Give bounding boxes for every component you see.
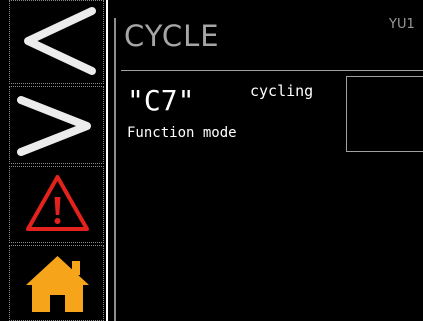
page-title: CYCLE [124,19,220,53]
status-text: cycling [250,82,314,100]
home-button[interactable] [9,245,104,321]
next-button[interactable] [9,86,104,164]
horizontal-divider [121,70,423,71]
home-icon [26,256,89,312]
previous-button[interactable] [9,0,104,84]
chevron-left-icon [24,7,96,75]
warning-triangle-icon [26,175,89,231]
hmi-screen: CYCLE YU1 "C7" cycling Function mode [0,0,423,321]
alarm-button[interactable] [9,166,104,243]
value-box [346,76,423,152]
vertical-divider [114,18,116,321]
sidebar [0,0,106,321]
mode-label: Function mode [127,125,237,141]
status-code: "C7" [127,84,195,117]
device-id: YU1 [389,17,415,32]
chevron-right-icon [17,96,91,156]
